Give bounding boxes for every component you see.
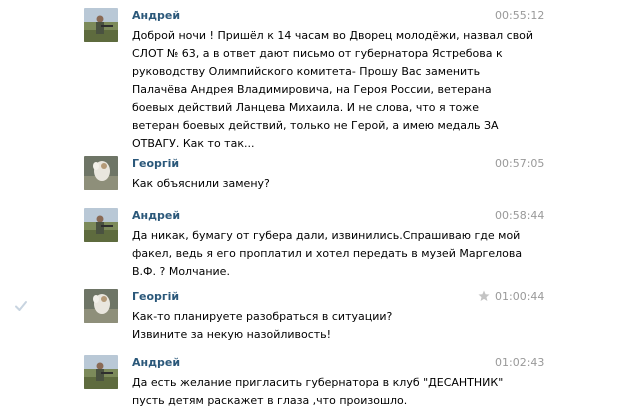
message-line: Да никак, бумагу от губера дали, извинил… (132, 229, 521, 242)
message-line: ОТВАГУ. Как то так... (132, 137, 255, 150)
message-item: Андрей Да есть желание пригласить губерн… (0, 355, 620, 413)
message-line: факел, ведь я его проплатил и хотел пере… (132, 247, 523, 260)
message-time: 01:00:44 (495, 290, 545, 303)
message-item: Андрей Да никак, бумагу от губера дали, … (0, 208, 620, 284)
author-link[interactable]: Андрей (132, 209, 180, 222)
message-line: руководству Олимпийского комитета- Прошу… (132, 65, 481, 78)
message-text: Как объяснили замену? (132, 175, 477, 193)
message-line: Извините за некую назойливость! (132, 328, 332, 341)
author-link[interactable]: Андрей (132, 9, 180, 22)
message-line: В.Ф. ? Молчание. (132, 265, 230, 278)
avatar[interactable] (84, 289, 118, 323)
avatar[interactable] (84, 208, 118, 242)
message-text: Как-то планируете разобраться в ситуации… (132, 308, 477, 344)
message-text: Доброй ночи ! Пришёл к 14 часам во Дворе… (132, 27, 534, 153)
avatar[interactable] (84, 8, 118, 42)
message-line: Как объяснили замену? (132, 177, 270, 190)
star-icon[interactable] (478, 290, 490, 302)
message-time: 01:02:43 (495, 356, 545, 369)
message-item: Андрей Доброй ночи ! Пришёл к 14 часам в… (0, 8, 620, 150)
message-time: 00:57:05 (495, 157, 545, 170)
message-item: Георгій Как-то планируете разобраться в … (0, 289, 620, 347)
message-line: Да есть желание пригласить губернатора в… (132, 376, 504, 389)
author-link[interactable]: Андрей (132, 356, 180, 369)
message-line: боевых действий Ланцева Михаила. И не сл… (132, 101, 479, 114)
message-line: СЛОТ № 63, а в ответ дают письмо от губе… (132, 47, 503, 60)
message-text: Да есть желание пригласить губернатора в… (132, 374, 504, 410)
message-time: 00:58:44 (495, 209, 545, 222)
avatar[interactable] (84, 156, 118, 190)
message-line: Доброй ночи ! Пришёл к 14 часам во Дворе… (132, 29, 534, 42)
avatar[interactable] (84, 355, 118, 389)
message-line: Как-то планируете разобраться в ситуации… (132, 310, 393, 323)
checkmark-icon[interactable] (14, 299, 28, 313)
message-line: пусть детям раскажет в глаза ,что произо… (132, 394, 408, 407)
author-link[interactable]: Георгій (132, 290, 179, 303)
message-line: ветеран боевых действий, только не Герой… (132, 119, 499, 132)
message-time: 00:55:12 (495, 9, 545, 22)
message-item: Георгій Как объяснили замену? 00:57:05 (0, 156, 620, 200)
author-link[interactable]: Георгій (132, 157, 179, 170)
message-line: Палачёва Андрея Владимировича, на Героя … (132, 83, 492, 96)
message-text: Да никак, бумагу от губера дали, извинил… (132, 227, 523, 281)
